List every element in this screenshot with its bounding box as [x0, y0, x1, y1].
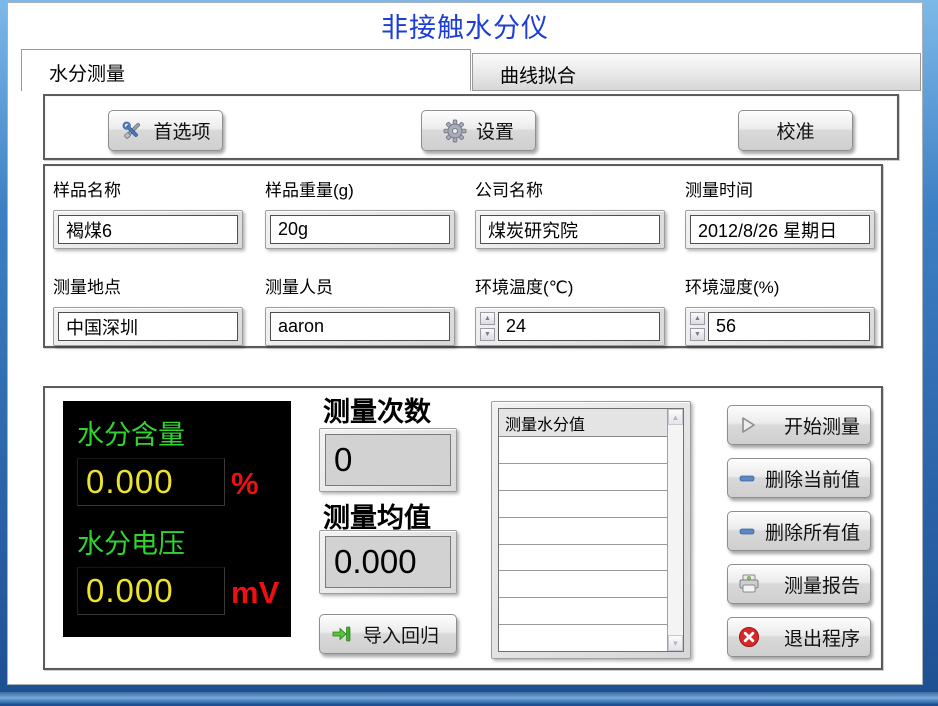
import-regression-button[interactable]: 导入回归: [319, 614, 457, 654]
measure-report-button[interactable]: 测量报告: [727, 564, 871, 604]
list-row[interactable]: [499, 625, 667, 651]
list-row[interactable]: [499, 598, 667, 625]
list-row[interactable]: [499, 437, 667, 464]
title-bar: 非接触水分仪: [8, 3, 922, 47]
field-label: 测量人员: [265, 273, 455, 298]
preferences-button[interactable]: 首选项: [108, 110, 223, 151]
delete-current-button[interactable]: 删除当前值: [727, 458, 871, 498]
scroll-down-icon[interactable]: ▼: [668, 635, 683, 651]
import-icon: [332, 625, 352, 643]
led-display-panel: 水分含量 0.000 % 水分电压 0.000 mV: [63, 401, 291, 637]
calibrate-button[interactable]: 校准: [738, 110, 853, 151]
tab-moisture-measure[interactable]: 水分测量: [21, 49, 471, 91]
preferences-button-label: 首选项: [153, 117, 210, 144]
start-measure-label: 开始测量: [784, 412, 860, 439]
delete-current-label: 删除当前值: [765, 465, 860, 492]
field-label: 测量时间: [685, 176, 875, 201]
temperature-input[interactable]: 24: [498, 312, 660, 341]
tab-strip: 水分测量 曲线拟合: [21, 49, 921, 91]
field-operator: 测量人员 aaron: [265, 273, 455, 346]
list-scrollbar[interactable]: ▲ ▼: [667, 409, 683, 651]
minus-icon: [738, 469, 756, 487]
import-regression-label: 导入回归: [363, 621, 439, 648]
list-row[interactable]: [499, 571, 667, 598]
list-row[interactable]: [499, 491, 667, 518]
sample-name-input[interactable]: 褐煤6: [58, 215, 238, 244]
temperature-increment-button[interactable]: ▲: [480, 312, 495, 325]
humidity-increment-button[interactable]: ▲: [690, 312, 705, 325]
operator-input[interactable]: aaron: [270, 312, 450, 341]
field-label: 样品重量(g): [265, 176, 455, 201]
field-sample-weight: 样品重量(g) 20g: [265, 176, 455, 249]
window-client-area: 非接触水分仪 水分测量 曲线拟合 首选项: [7, 2, 923, 685]
field-label: 环境湿度(%): [685, 273, 875, 298]
temperature-decrement-button[interactable]: ▼: [480, 328, 495, 341]
exit-program-label: 退出程序: [784, 624, 860, 651]
moisture-list-frame: 测量水分值 ▲ ▼: [491, 401, 691, 659]
moisture-content-label: 水分含量: [77, 413, 281, 452]
measurement-group: 水分含量 0.000 % 水分电压 0.000 mV 测量次数 0 测量均值 0…: [43, 386, 883, 670]
exit-icon: [738, 626, 760, 648]
delete-all-button[interactable]: 删除所有值: [727, 511, 871, 551]
measure-count-value: 0: [325, 434, 451, 486]
tools-icon: [120, 119, 144, 143]
field-ambient-temperature: 环境温度(℃) ▲ ▼ 24: [475, 273, 665, 346]
settings-button[interactable]: 设置: [421, 110, 536, 151]
field-measure-place: 测量地点 中国深圳: [53, 273, 243, 346]
field-label: 样品名称: [53, 176, 243, 201]
gear-icon: [443, 119, 467, 143]
delete-all-label: 删除所有值: [765, 518, 860, 545]
moisture-content-unit: %: [231, 466, 259, 506]
measure-report-label: 测量报告: [784, 571, 860, 598]
sample-weight-input[interactable]: 20g: [270, 215, 450, 244]
measure-time-input[interactable]: 2012/8/26 星期日: [690, 215, 870, 244]
field-label: 环境温度(℃): [475, 273, 665, 298]
measure-mean-display: 0.000: [319, 530, 457, 594]
list-row[interactable]: [499, 464, 667, 491]
field-sample-name: 样品名称 褐煤6: [53, 176, 243, 249]
minus-icon: [738, 522, 756, 540]
page-title: 非接触水分仪: [381, 6, 549, 45]
moisture-list-header: 测量水分值: [499, 409, 667, 437]
moisture-voltage-unit: mV: [231, 575, 279, 615]
humidity-decrement-button[interactable]: ▼: [690, 328, 705, 341]
moisture-list: 测量水分值 ▲ ▼: [498, 408, 684, 652]
play-icon: [738, 415, 758, 435]
printer-icon: [738, 574, 760, 594]
toolbar-group: 首选项: [43, 94, 899, 160]
tab-curve-fitting[interactable]: 曲线拟合: [472, 53, 921, 91]
moisture-voltage-label: 水分电压: [77, 522, 281, 561]
measure-mean-value: 0.000: [325, 536, 451, 588]
moisture-content-value: 0.000: [77, 458, 225, 506]
settings-button-label: 设置: [476, 117, 514, 144]
measure-count-label: 测量次数: [323, 390, 431, 429]
measure-count-display: 0: [319, 428, 457, 492]
humidity-input[interactable]: 56: [708, 312, 870, 341]
list-row[interactable]: [499, 518, 667, 545]
temperature-stepper: ▲ ▼: [480, 312, 495, 341]
measure-place-input[interactable]: 中国深圳: [58, 312, 238, 341]
sample-info-group: 样品名称 褐煤6 样品重量(g) 20g 公司名称 煤炭研究院 测量时间 201…: [43, 164, 883, 348]
field-label: 测量地点: [53, 273, 243, 298]
exit-program-button[interactable]: 退出程序: [727, 617, 871, 657]
field-label: 公司名称: [475, 176, 665, 201]
calibrate-button-label: 校准: [776, 117, 814, 144]
list-row[interactable]: [499, 545, 667, 572]
moisture-voltage-value: 0.000: [77, 567, 225, 615]
field-ambient-humidity: 环境湿度(%) ▲ ▼ 56: [685, 273, 875, 346]
scroll-up-icon[interactable]: ▲: [668, 409, 683, 425]
field-company-name: 公司名称 煤炭研究院: [475, 176, 665, 249]
window-frame: 非接触水分仪 水分测量 曲线拟合 首选项: [0, 0, 938, 706]
company-name-input[interactable]: 煤炭研究院: [480, 215, 660, 244]
field-measure-time: 测量时间 2012/8/26 星期日: [685, 176, 875, 249]
humidity-stepper: ▲ ▼: [690, 312, 705, 341]
start-measure-button[interactable]: 开始测量: [727, 405, 871, 445]
